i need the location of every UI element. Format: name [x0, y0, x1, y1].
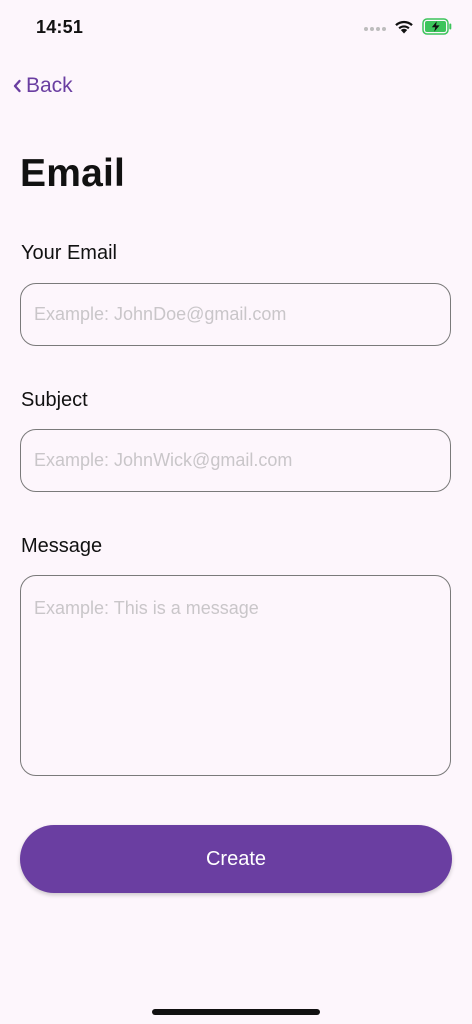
home-indicator	[152, 1009, 320, 1015]
back-button[interactable]: Back	[12, 74, 73, 98]
subject-label: Subject	[21, 389, 88, 411]
message-label: Message	[21, 535, 103, 557]
status-bar: 14:51	[0, 0, 472, 56]
chevron-left-icon	[12, 78, 22, 94]
create-button[interactable]: Create	[20, 825, 452, 893]
subject-input[interactable]	[20, 429, 451, 492]
email-label: Your Email	[21, 242, 117, 264]
status-icons	[364, 18, 452, 40]
status-time: 14:51	[36, 17, 84, 37]
email-input[interactable]	[20, 283, 451, 346]
back-label: Back	[26, 74, 73, 97]
battery-charging-icon	[422, 18, 452, 40]
message-textarea[interactable]	[20, 575, 451, 776]
signal-dots-icon	[364, 27, 386, 31]
page-title: Email	[20, 152, 126, 195]
wifi-icon	[394, 19, 414, 39]
